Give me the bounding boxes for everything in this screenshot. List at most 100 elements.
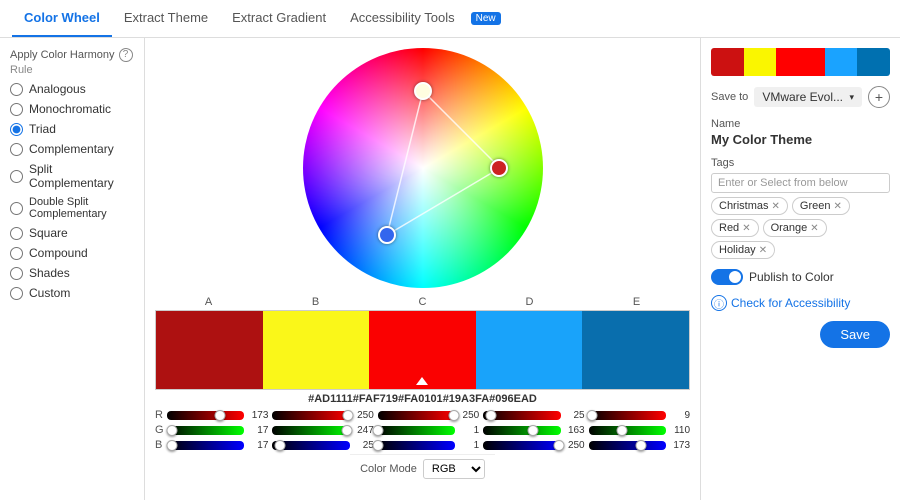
publish-row: Publish to Color xyxy=(711,269,890,285)
handle-yellow[interactable] xyxy=(414,82,432,100)
radio-shades[interactable]: Shades xyxy=(10,266,134,280)
thumb-b-b[interactable] xyxy=(275,440,286,451)
thumb-e-b[interactable] xyxy=(636,440,647,451)
col-c-g: 1 xyxy=(378,425,479,436)
thumb-a-r[interactable] xyxy=(214,410,225,421)
tag-holiday[interactable]: Holiday ✕ xyxy=(711,241,775,259)
swatch-e[interactable] xyxy=(582,311,689,389)
swatch-d[interactable] xyxy=(476,311,583,389)
hex-c: #FA0101 xyxy=(398,393,443,405)
tab-accessibility-tools[interactable]: Accessibility Tools xyxy=(338,0,467,37)
track-d-b[interactable] xyxy=(483,441,560,450)
preview-swatch-1[interactable] xyxy=(711,48,744,76)
preview-swatch-3[interactable] xyxy=(776,48,825,76)
main-area: Apply Color Harmony ? Rule Analogous Mon… xyxy=(0,38,900,500)
val-a-b: 17 xyxy=(246,440,268,451)
info-icon[interactable]: ? xyxy=(119,48,133,62)
track-d-r[interactable] xyxy=(483,411,560,420)
swatch-label-b: B xyxy=(262,296,369,308)
track-b-g[interactable] xyxy=(272,426,349,435)
thumb-c-r[interactable] xyxy=(448,410,459,421)
swatch-b[interactable] xyxy=(263,311,370,389)
tag-red[interactable]: Red ✕ xyxy=(711,219,759,237)
radio-triad[interactable]: Triad xyxy=(10,122,134,136)
color-wheel[interactable] xyxy=(303,48,543,288)
tab-color-wheel[interactable]: Color Wheel xyxy=(12,0,112,37)
tag-label-orange: Orange xyxy=(771,222,808,234)
preview-swatch-4[interactable] xyxy=(825,48,858,76)
tags-label: Tags xyxy=(711,157,890,169)
col-c-b: 1 xyxy=(378,440,479,451)
tag-remove-green[interactable]: ✕ xyxy=(833,201,841,212)
handle-blue[interactable] xyxy=(378,226,396,244)
color-mode-select[interactable]: RGB HSL CMYK LAB xyxy=(423,459,485,479)
radio-square[interactable]: Square xyxy=(10,226,134,240)
accessibility-row[interactable]: ⓘ Check for Accessibility xyxy=(711,295,890,311)
tags-input[interactable]: Enter or Select from below xyxy=(711,173,890,193)
track-c-b[interactable] xyxy=(378,441,455,450)
save-to-dropdown[interactable]: VMware Evol... ▾ xyxy=(754,87,862,107)
thumb-d-b[interactable] xyxy=(554,440,565,451)
track-e-r[interactable] xyxy=(589,411,666,420)
thumb-c-g[interactable] xyxy=(372,425,383,436)
radio-double-split-complementary[interactable]: Double Split Complementary xyxy=(10,196,134,220)
thumb-c-b[interactable] xyxy=(372,440,383,451)
swatch-a[interactable] xyxy=(156,311,263,389)
preview-swatch-5[interactable] xyxy=(857,48,890,76)
radio-monochromatic[interactable]: Monochromatic xyxy=(10,102,134,116)
track-b-b[interactable] xyxy=(272,441,349,450)
radio-split-complementary[interactable]: Split Complementary xyxy=(10,162,134,190)
tag-remove-red[interactable]: ✕ xyxy=(742,223,750,234)
new-badge: New xyxy=(471,12,501,25)
track-c-r[interactable] xyxy=(378,411,455,420)
save-button[interactable]: Save xyxy=(820,321,890,348)
radio-analogous[interactable]: Analogous xyxy=(10,82,134,96)
col-a-g: 17 xyxy=(167,425,268,436)
radio-compound[interactable]: Compound xyxy=(10,246,134,260)
swatch-c[interactable] xyxy=(369,311,476,389)
track-b-r[interactable] xyxy=(272,411,349,420)
slider-b-row: B 17 25 xyxy=(155,439,690,451)
val-d-b: 250 xyxy=(563,440,585,451)
tag-remove-christmas[interactable]: ✕ xyxy=(772,201,780,212)
thumb-e-r[interactable] xyxy=(586,410,597,421)
track-a-b[interactable] xyxy=(167,441,244,450)
track-d-g[interactable] xyxy=(483,426,560,435)
name-field-label: Name xyxy=(711,118,890,130)
swatch-label-a: A xyxy=(155,296,262,308)
val-b-b: 25 xyxy=(352,440,374,451)
thumb-b-r[interactable] xyxy=(343,410,354,421)
track-e-g[interactable] xyxy=(589,426,666,435)
thumb-e-g[interactable] xyxy=(616,425,627,436)
tag-remove-orange[interactable]: ✕ xyxy=(810,223,818,234)
thumb-a-b[interactable] xyxy=(167,440,178,451)
col-d-g: 163 xyxy=(483,425,584,436)
preview-swatch-2[interactable] xyxy=(744,48,777,76)
track-a-r[interactable] xyxy=(167,411,244,420)
publish-toggle[interactable] xyxy=(711,269,743,285)
tab-extract-gradient[interactable]: Extract Gradient xyxy=(220,0,338,37)
handle-red[interactable] xyxy=(490,159,508,177)
tag-green[interactable]: Green ✕ xyxy=(792,197,850,215)
thumb-d-g[interactable] xyxy=(527,425,538,436)
track-a-g[interactable] xyxy=(167,426,244,435)
thumb-a-g[interactable] xyxy=(167,425,178,436)
col-b-b: 25 xyxy=(272,440,373,451)
tab-extract-theme[interactable]: Extract Theme xyxy=(112,0,220,37)
radio-complementary[interactable]: Complementary xyxy=(10,142,134,156)
tag-christmas[interactable]: Christmas ✕ xyxy=(711,197,788,215)
save-to-add-button[interactable]: + xyxy=(868,86,890,108)
val-c-b: 1 xyxy=(457,440,479,451)
save-to-label: Save to xyxy=(711,91,748,103)
tag-orange[interactable]: Orange ✕ xyxy=(763,219,827,237)
slider-g-label: G xyxy=(155,424,167,436)
slider-r-row: R 173 250 xyxy=(155,409,690,421)
track-e-b[interactable] xyxy=(589,441,666,450)
radio-custom[interactable]: Custom xyxy=(10,286,134,300)
color-mode-row: Color Mode RGB HSL CMYK LAB xyxy=(350,454,495,483)
track-c-g[interactable] xyxy=(378,426,455,435)
tag-remove-holiday[interactable]: ✕ xyxy=(759,245,767,256)
thumb-b-g[interactable] xyxy=(342,425,353,436)
sliders-container: R 173 250 xyxy=(145,405,700,454)
thumb-d-r[interactable] xyxy=(485,410,496,421)
